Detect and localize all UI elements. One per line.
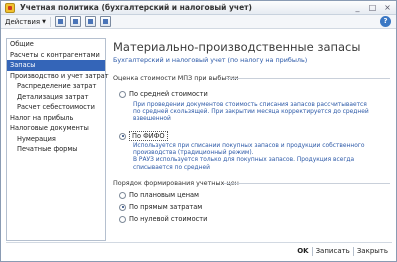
save-icon[interactable]: [55, 16, 66, 27]
radio-planned-prices[interactable]: По плановым ценам: [119, 191, 199, 199]
fifo-description: Используется при списании покупных запас…: [133, 143, 365, 172]
sidebar: Общие Расчеты с контрагентами Запасы Про…: [6, 38, 109, 241]
radio-average-cost-label: По средней стоимости: [129, 90, 208, 98]
radio-planned-prices-label: По плановым ценам: [129, 191, 200, 199]
valuation-group-divider: [226, 78, 390, 79]
toolbar: Действия ▼ ?: [1, 15, 396, 29]
sidebar-item-inventory[interactable]: Запасы: [7, 60, 105, 71]
close-button[interactable]: Закрыть: [354, 247, 391, 255]
radio-button[interactable]: [119, 203, 126, 211]
chevron-down-icon: ▼: [42, 18, 46, 25]
sidebar-item-tax-documents[interactable]: Налоговые документы: [7, 123, 105, 134]
radio-fifo-label: По ФИФО: [129, 131, 168, 141]
pricing-group-divider: [223, 183, 390, 184]
page-subtitle: Бухгалтерский и налоговый учет (по налог…: [113, 56, 308, 64]
close-icon[interactable]: ×: [383, 3, 392, 12]
page-title: Материально-производственные запасы: [113, 40, 361, 54]
valuation-group-label: Оценка стоимости МПЗ при выбытии: [113, 74, 239, 82]
pricing-group-label: Порядок формирования учетных цен: [113, 179, 239, 187]
window-controls: _ □ ×: [353, 3, 392, 12]
save-button[interactable]: Записать: [313, 247, 353, 255]
sidebar-item-numbering[interactable]: Нумерация: [7, 134, 105, 145]
radio-button[interactable]: [119, 132, 126, 140]
actions-menu-label: Действия: [5, 17, 41, 26]
radio-zero-cost[interactable]: По нулевой стоимости: [119, 215, 207, 223]
ok-button[interactable]: OK: [294, 247, 311, 255]
structure-icon[interactable]: [85, 16, 96, 27]
radio-zero-cost-label: По нулевой стоимости: [129, 215, 208, 223]
actions-menu[interactable]: Действия ▼: [5, 18, 46, 26]
radio-fifo[interactable]: По ФИФО: [119, 131, 168, 141]
accounting-policy-window: Учетная политика (бухгалтерский и налого…: [0, 0, 397, 262]
print-icon[interactable]: [70, 16, 81, 27]
sidebar-item-production[interactable]: Производство и учет затрат: [7, 71, 109, 82]
radio-button[interactable]: [119, 215, 126, 223]
sidebar-item-profit-tax[interactable]: Налог на прибыль: [7, 113, 105, 124]
radio-average-cost[interactable]: По средней стоимости: [119, 90, 208, 98]
maximize-icon[interactable]: □: [368, 3, 377, 12]
sidebar-item-cost-calculation[interactable]: Расчет себестоимости: [7, 102, 105, 113]
radio-button[interactable]: [119, 191, 126, 199]
sidebar-item-cost-allocation[interactable]: Распределение затрат: [7, 81, 105, 92]
description-line: В РАУЗ используется только для покупных …: [133, 157, 355, 164]
description-line: взвешенной: [133, 116, 171, 123]
window-title: Учетная политика (бухгалтерский и налого…: [20, 3, 252, 12]
footer-buttons: OK Записать Закрыть: [294, 244, 391, 258]
help-icon[interactable]: ?: [380, 16, 391, 27]
footer-divider: [6, 242, 392, 243]
sidebar-item-print-forms[interactable]: Печатные формы: [7, 144, 105, 155]
title-bar: Учетная политика (бухгалтерский и налого…: [1, 1, 396, 15]
description-line: списывается по средней: [133, 164, 210, 171]
main-panel: Материально-производственные запасы Бухг…: [111, 35, 393, 241]
app-logo-icon: [5, 2, 15, 13]
sidebar-item-general[interactable]: Общие: [7, 39, 105, 50]
description-line: производства (традиционный режим).: [133, 150, 254, 157]
sidebar-item-cost-detail[interactable]: Детализация затрат: [7, 92, 105, 103]
settings-icon[interactable]: [100, 16, 111, 27]
minimize-icon[interactable]: _: [353, 3, 362, 12]
radio-button[interactable]: [119, 90, 126, 98]
radio-direct-costs-label: По прямым затратам: [129, 203, 203, 211]
average-cost-description: При проведении документов стоимость спис…: [133, 102, 369, 124]
toolbar-separator: [50, 16, 51, 27]
sidebar-item-counterparties[interactable]: Расчеты с контрагентами: [7, 50, 105, 61]
radio-direct-costs[interactable]: По прямым затратам: [119, 203, 202, 211]
